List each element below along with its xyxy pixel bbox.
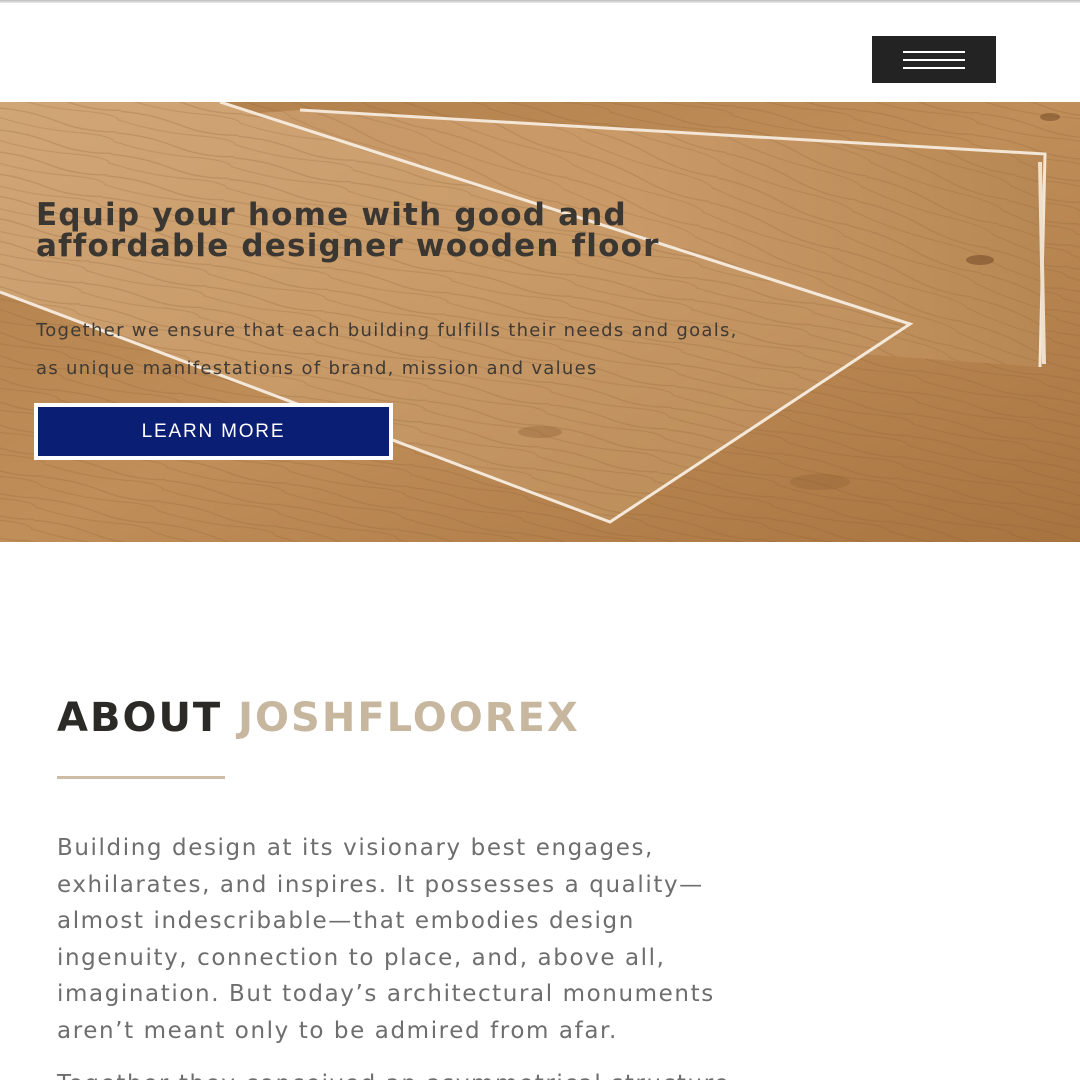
hero-subtitle-line-1: Together we ensure that each building fu… <box>36 320 738 341</box>
about-paragraph-line: aren’t meant only to be admired from afa… <box>57 1017 618 1044</box>
about-heading-prefix: ABOUT <box>57 695 223 741</box>
section-divider <box>57 776 225 779</box>
hero-title-line-1: Equip your home with good and <box>36 197 627 233</box>
about-paragraph-line: imagination. But today’s architectural m… <box>57 981 715 1008</box>
site-header <box>0 3 1080 102</box>
learn-more-button[interactable]: LEARN MORE <box>34 403 393 460</box>
about-heading-brand: JOSHFLOOREX <box>238 695 580 741</box>
hamburger-menu-icon <box>903 51 965 69</box>
hero-subtitle: Together we ensure that each building fu… <box>36 312 1036 388</box>
about-paragraph-line: almost indescribable—that embodies desig… <box>57 908 635 935</box>
about-paragraph-line: exhilarates, and inspires. It possesses … <box>57 871 704 898</box>
hero-subtitle-line-2: as unique manifestations of brand, missi… <box>36 358 598 379</box>
hero-banner: Equip your home with good and affordable… <box>0 102 1080 542</box>
hero-title: Equip your home with good and affordable… <box>36 200 836 262</box>
about-paragraph-line: ingenuity, connection to place, and, abo… <box>57 944 666 971</box>
about-paragraph: Building design at its visionary best en… <box>57 830 1017 1050</box>
menu-button[interactable] <box>872 36 996 83</box>
hero-title-line-2: affordable designer wooden floor <box>36 228 660 264</box>
about-heading: ABOUT JOSHFLOOREX <box>57 695 580 741</box>
about-paragraph-line: Building design at its visionary best en… <box>57 835 654 861</box>
about-paragraph-2: Together they conceived an asymmetrical … <box>57 1066 1057 1080</box>
